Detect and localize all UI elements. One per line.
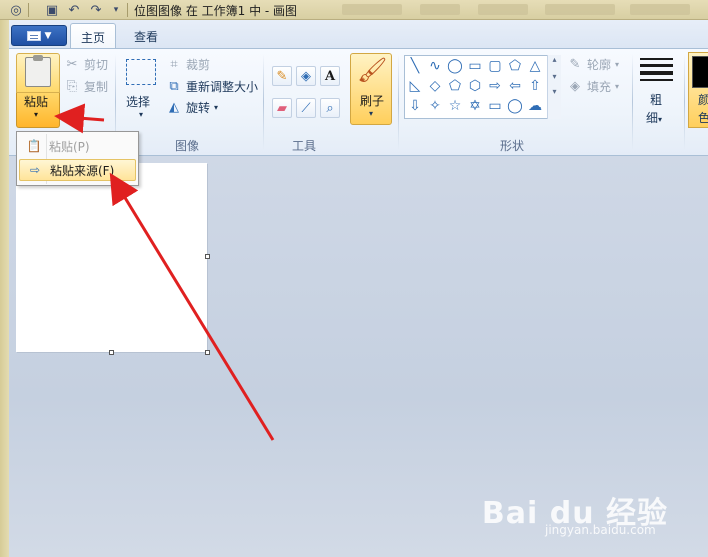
color1-swatch — [692, 56, 708, 88]
fill-button[interactable]: ◈ 填充 ▾ — [567, 78, 619, 95]
resize-handle-right[interactable] — [205, 254, 210, 259]
menu-item-paste[interactable]: 📋 粘贴(P) — [19, 135, 136, 157]
scissors-icon: ✂ — [66, 57, 78, 72]
rotate-button[interactable]: ◭ 旋转 ▾ — [166, 99, 218, 116]
line-thickness-icon — [640, 58, 673, 84]
select-button[interactable]: 选择 — [126, 93, 150, 110]
copy-button[interactable]: ⎘ 复制 — [64, 78, 108, 95]
undo-icon[interactable]: ↶ — [66, 2, 82, 18]
select-icon — [126, 59, 156, 85]
eraser-icon[interactable]: ▰ — [272, 98, 292, 118]
app-icon: ◎ — [10, 2, 22, 18]
tools-group-label: 工具 — [292, 139, 317, 153]
resize-handle-corner[interactable] — [205, 350, 210, 355]
chevron-down-icon: ▾ — [615, 60, 620, 69]
fill-bucket-icon[interactable]: ◈ — [296, 66, 316, 86]
crop-button[interactable]: ⌗ 裁剪 — [166, 56, 210, 73]
save-icon[interactable]: ▣ — [44, 2, 60, 18]
tab-view[interactable]: 查看 — [124, 23, 168, 48]
qat-dropdown-icon[interactable]: ▾ — [108, 2, 124, 18]
pencil-icon[interactable]: ✎ — [272, 66, 292, 86]
color-picker-icon[interactable]: ⟋ — [296, 98, 316, 118]
text-tool-icon[interactable]: A — [320, 66, 340, 86]
triangle-shape-icon[interactable]: △ — [526, 57, 544, 75]
chevron-down-icon: ▾ — [34, 110, 39, 119]
left-arrow-shape-icon[interactable]: ⇦ — [506, 77, 524, 95]
shapes-scrollbar[interactable]: ▴ ▾ ▾ — [547, 55, 561, 119]
chevron-down-icon: ▼ — [44, 30, 52, 41]
rotate-icon: ◭ — [169, 100, 179, 115]
outline-button[interactable]: ✎ 轮廓 ▾ — [567, 56, 619, 73]
tab-home[interactable]: 主页 — [70, 23, 117, 48]
brush-icon: 🖌 — [357, 56, 388, 84]
clipboard-icon: 📋 — [26, 139, 42, 153]
drawing-canvas[interactable] — [16, 163, 207, 352]
brush-label: 刷子 — [360, 94, 385, 108]
size-button[interactable]: 细▾ — [646, 109, 662, 126]
paste-label: 粘贴 — [24, 95, 49, 109]
diamond-shape-icon[interactable]: ◇ — [426, 77, 444, 95]
rounded-rectangle-shape-icon[interactable]: ▢ — [486, 57, 504, 75]
image-group-label: 图像 — [175, 139, 200, 153]
chevron-down-icon: ▾ — [658, 115, 663, 124]
chevron-down-icon: ▾ — [214, 103, 219, 112]
rounded-callout-shape-icon[interactable]: ▭ — [486, 97, 504, 115]
outline-icon: ✎ — [569, 57, 581, 72]
cloud-callout-shape-icon[interactable]: ☁ — [526, 97, 544, 115]
rectangle-shape-icon[interactable]: ▭ — [466, 57, 484, 75]
down-arrow-shape-icon[interactable]: ⇩ — [406, 97, 424, 115]
oval-shape-icon[interactable]: ◯ — [446, 57, 464, 75]
size-label-1: 粗 — [650, 93, 663, 107]
clipboard-icon — [25, 55, 51, 87]
crop-icon: ⌗ — [170, 57, 178, 72]
resize-icon: ⧉ — [169, 79, 179, 94]
right-triangle-shape-icon[interactable]: ◺ — [406, 77, 424, 95]
line-shape-icon[interactable]: ╲ — [406, 57, 424, 75]
resize-button[interactable]: ⧉ 重新调整大小 — [166, 78, 258, 95]
window-title: 位图图像 在 工作簿1 中 - 画图 — [134, 4, 298, 18]
hexagon-shape-icon[interactable]: ⬡ — [466, 77, 484, 95]
cut-button[interactable]: ✂ 剪切 — [64, 56, 108, 73]
title-bar: ◎ ▣ ↶ ↷ ▾ 位图图像 在 工作簿1 中 - 画图 — [0, 0, 708, 20]
menu-item-paste-from[interactable]: ⇨ 粘贴来源(F) — [19, 159, 136, 181]
fill-icon: ◈ — [570, 79, 580, 94]
chevron-down-icon: ▾ — [369, 109, 374, 118]
oval-callout-shape-icon[interactable]: ◯ — [506, 97, 524, 115]
copy-icon: ⎘ — [66, 79, 78, 94]
six-point-star-shape-icon[interactable]: ✡ — [466, 97, 484, 115]
window-left-edge — [0, 20, 9, 557]
pentagon-shape-icon[interactable]: ⬠ — [446, 77, 464, 95]
chevron-down-icon: ▾ — [615, 82, 620, 91]
color-label-1: 颜 — [698, 93, 708, 107]
curve-shape-icon[interactable]: ∿ — [426, 57, 444, 75]
up-arrow-shape-icon[interactable]: ⇧ — [526, 77, 544, 95]
four-point-star-shape-icon[interactable]: ✧ — [426, 97, 444, 115]
paste-dropdown-menu: 📋 粘贴(P) ⇨ 粘贴来源(F) — [16, 131, 139, 186]
shapes-group-label: 形状 — [500, 139, 525, 153]
chevron-down-icon: ▾ — [139, 110, 144, 119]
five-point-star-shape-icon[interactable]: ☆ — [446, 97, 464, 115]
app-menu-button[interactable]: ▼ — [11, 25, 67, 46]
redo-icon[interactable]: ↷ — [88, 2, 104, 18]
color-label-2: 色 — [698, 111, 708, 125]
polygon-shape-icon[interactable]: ⬠ — [506, 57, 524, 75]
watermark-url: jingyan.baidu.com — [545, 523, 656, 537]
resize-handle-bottom[interactable] — [109, 350, 114, 355]
paste-from-icon: ⇨ — [29, 163, 41, 177]
magnifier-icon[interactable]: ⌕ — [320, 98, 340, 118]
document-icon — [26, 30, 41, 41]
right-arrow-shape-icon[interactable]: ⇨ — [486, 77, 504, 95]
